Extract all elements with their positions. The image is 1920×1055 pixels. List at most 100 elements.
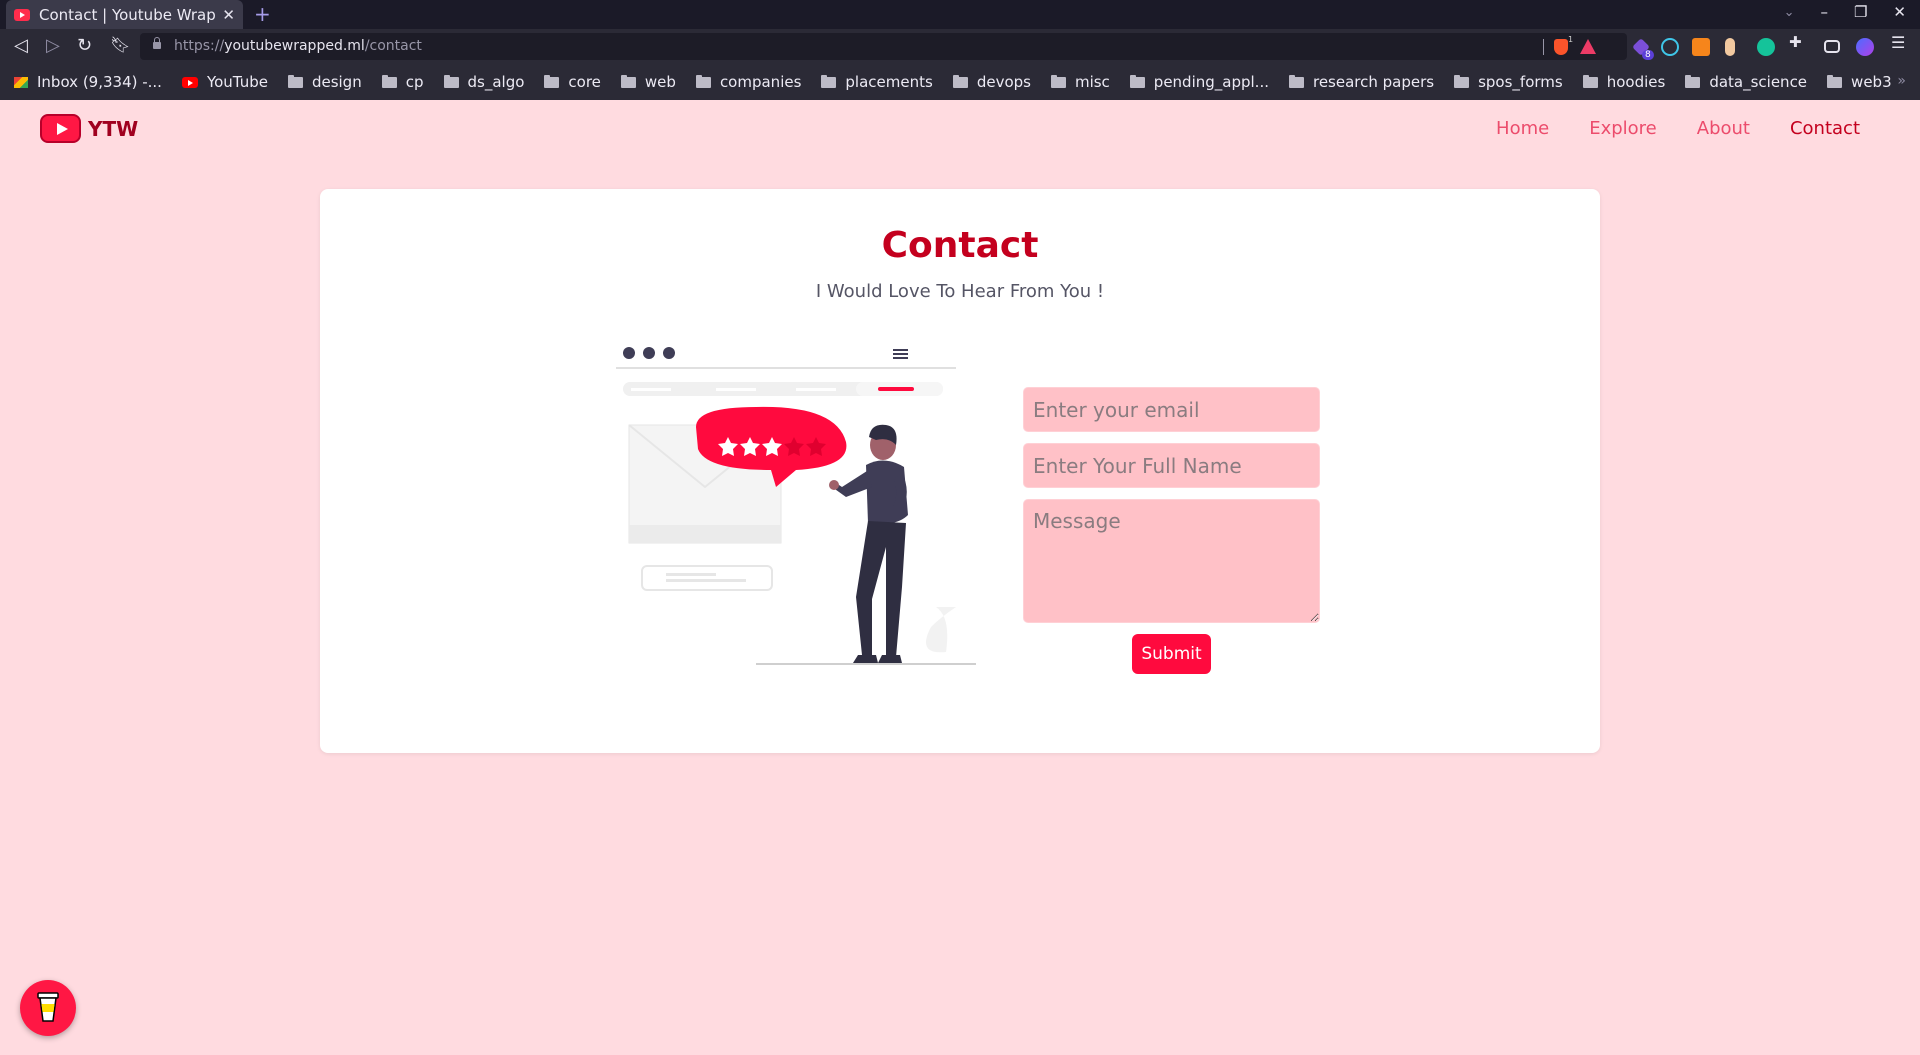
extensions-puzzle-icon[interactable]: ✚ bbox=[1789, 33, 1807, 51]
restore-icon[interactable]: ❐ bbox=[1854, 3, 1867, 21]
folder-icon bbox=[443, 74, 459, 88]
folder-icon bbox=[952, 74, 968, 88]
bookmark-label: companies bbox=[719, 73, 802, 91]
bookmark-label: pending_appl... bbox=[1153, 73, 1269, 91]
nav-links: Home Explore About Contact bbox=[1496, 118, 1860, 139]
bookmark-label: core bbox=[568, 73, 601, 91]
forward-icon[interactable]: ▷ bbox=[46, 35, 60, 56]
browser-tab[interactable]: Contact | Youtube Wrapped ✕ bbox=[6, 0, 243, 29]
page-subtitle: I Would Love To Hear From You ! bbox=[815, 281, 1105, 302]
folder-icon bbox=[821, 74, 837, 88]
message-field[interactable] bbox=[1023, 499, 1320, 623]
bookmark-label: spos_forms bbox=[1478, 73, 1563, 91]
browser-tab-bar: Contact | Youtube Wrapped ✕ + ⌄ – ❐ ✕ bbox=[0, 0, 1920, 29]
bookmark-label: misc bbox=[1074, 73, 1110, 91]
url-separator bbox=[1543, 39, 1544, 55]
site-logo[interactable]: YTW bbox=[40, 114, 138, 143]
contact-card: Contact I Would Love To Hear From You ! bbox=[320, 189, 1600, 753]
bookmark-label: YouTube bbox=[206, 73, 268, 91]
back-icon[interactable]: ◁ bbox=[14, 35, 28, 56]
extension-badge: 8 bbox=[1642, 50, 1654, 60]
coffee-cup-icon bbox=[37, 992, 59, 1022]
bookmark-item[interactable]: data_science bbox=[1685, 73, 1807, 91]
url-scheme: https:// bbox=[174, 38, 225, 54]
bookmark-item[interactable]: spos_forms bbox=[1454, 73, 1563, 91]
contact-illustration bbox=[616, 347, 976, 665]
brave-shield-icon[interactable] bbox=[1554, 39, 1568, 55]
bookmark-item[interactable]: cp bbox=[381, 73, 424, 91]
youtube-favicon-icon bbox=[14, 8, 30, 21]
bookmark-item[interactable]: placements bbox=[821, 73, 933, 91]
bookmark-label: cp bbox=[405, 73, 424, 91]
brave-rewards-icon[interactable] bbox=[1580, 39, 1596, 54]
bookmark-label: hoodies bbox=[1606, 73, 1666, 91]
email-field[interactable] bbox=[1023, 387, 1320, 432]
bookmark-item[interactable]: core bbox=[544, 73, 601, 91]
metamask-icon[interactable] bbox=[1692, 38, 1710, 56]
url-path: /contact bbox=[364, 38, 422, 54]
folder-icon bbox=[1288, 74, 1304, 88]
bookmark-label: research papers bbox=[1312, 73, 1435, 91]
url-host: youtubewrapped.ml bbox=[224, 38, 365, 54]
folder-icon bbox=[381, 74, 397, 88]
address-bar[interactable]: https://youtubewrapped.ml/contact 1 bbox=[140, 33, 1627, 60]
react-devtools-icon[interactable] bbox=[1661, 38, 1679, 56]
bookmark-item[interactable]: devops bbox=[952, 73, 1031, 91]
bookmark-item[interactable]: design bbox=[287, 73, 362, 91]
grammarly-icon[interactable] bbox=[1757, 38, 1775, 56]
nav-contact[interactable]: Contact bbox=[1790, 118, 1860, 139]
wallet-icon[interactable] bbox=[1824, 40, 1840, 53]
folder-icon bbox=[1454, 74, 1470, 88]
window-controls: ⌄ – ❐ ✕ bbox=[1784, 3, 1906, 21]
close-tab-icon[interactable]: ✕ bbox=[222, 6, 235, 24]
reload-icon[interactable]: ↻ bbox=[77, 35, 92, 56]
bookmark-label: placements bbox=[845, 73, 933, 91]
folder-icon bbox=[1050, 74, 1066, 88]
bookmark-item[interactable]: companies bbox=[695, 73, 802, 91]
bookmark-item[interactable]: research papers bbox=[1288, 73, 1435, 91]
bookmark-item[interactable]: hoodies bbox=[1582, 73, 1666, 91]
folder-icon bbox=[1129, 74, 1145, 88]
browser-menu-icon[interactable]: ☰ bbox=[1891, 33, 1909, 52]
bookmark-item[interactable]: web3 bbox=[1827, 73, 1892, 91]
logo-text: YTW bbox=[88, 116, 139, 141]
folder-icon bbox=[620, 74, 636, 88]
shield-badge: 1 bbox=[1568, 35, 1574, 44]
folder-icon bbox=[1685, 74, 1701, 88]
bookmark-icon[interactable]: 🔖︎ bbox=[110, 35, 130, 54]
bookmark-item[interactable]: YouTube bbox=[181, 73, 268, 91]
bookmark-label: web3 bbox=[1851, 73, 1892, 91]
youtube-icon bbox=[181, 76, 198, 88]
tab-list-chevron-icon[interactable]: ⌄ bbox=[1784, 5, 1795, 20]
bookmark-item[interactable]: Inbox (9,334) -... bbox=[14, 73, 162, 91]
url-text[interactable]: https://youtubewrapped.ml/contact bbox=[174, 38, 422, 54]
close-window-icon[interactable]: ✕ bbox=[1893, 3, 1906, 21]
bookmark-label: Inbox (9,334) -... bbox=[37, 73, 162, 91]
nav-home[interactable]: Home bbox=[1496, 118, 1549, 139]
bookmark-item[interactable]: misc bbox=[1050, 73, 1110, 91]
folder-icon bbox=[1827, 74, 1843, 88]
bookmark-item[interactable]: pending_appl... bbox=[1129, 73, 1269, 91]
bookmark-item[interactable]: web bbox=[620, 73, 676, 91]
gmail-icon bbox=[14, 76, 28, 88]
folder-icon bbox=[544, 74, 560, 88]
lock-icon[interactable] bbox=[153, 37, 161, 49]
bookmarks-bar: Inbox (9,334) -... YouTube design cp ds_algo… bbox=[0, 64, 1920, 100]
folder-icon bbox=[1582, 74, 1598, 88]
extension-bottle-icon[interactable] bbox=[1725, 38, 1735, 56]
full-name-field[interactable] bbox=[1023, 443, 1320, 488]
profile-avatar-icon[interactable] bbox=[1856, 38, 1874, 56]
bookmark-item[interactable]: ds_algo bbox=[443, 73, 525, 91]
bookmarks-overflow-icon[interactable]: » bbox=[1897, 73, 1906, 89]
buy-me-a-coffee-button[interactable] bbox=[20, 980, 76, 1036]
submit-button[interactable]: Submit bbox=[1132, 634, 1211, 674]
new-tab-icon[interactable]: + bbox=[254, 2, 271, 26]
bookmark-label: web bbox=[644, 73, 676, 91]
minimize-icon[interactable]: – bbox=[1820, 3, 1828, 21]
nav-explore[interactable]: Explore bbox=[1589, 118, 1657, 139]
bookmark-label: ds_algo bbox=[467, 73, 525, 91]
site-navbar: YTW Home Explore About Contact bbox=[0, 100, 1920, 160]
folder-icon bbox=[695, 74, 711, 88]
nav-about[interactable]: About bbox=[1697, 118, 1750, 139]
bookmark-label: devops bbox=[976, 73, 1031, 91]
